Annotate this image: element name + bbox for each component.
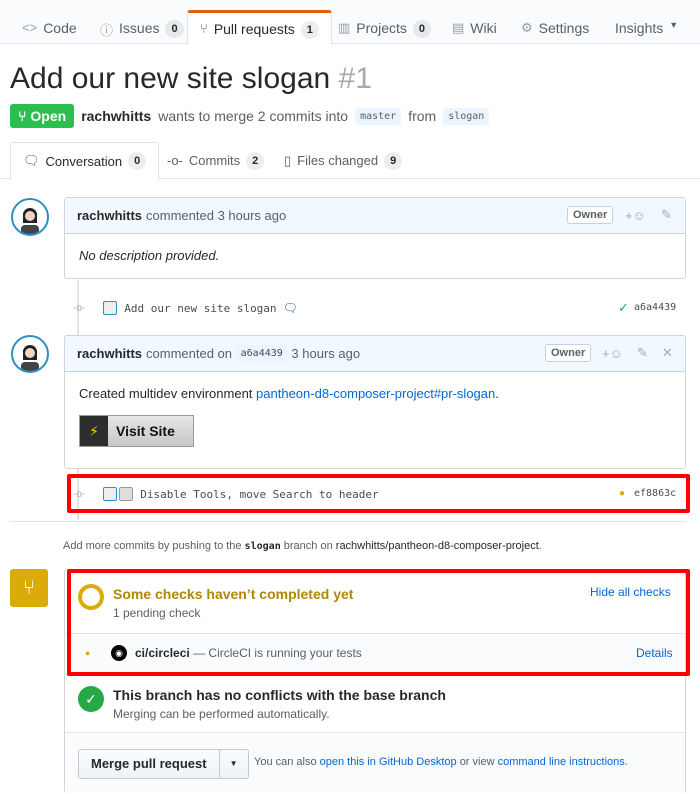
tab-issues[interactable]: ⓘ Issues 0 xyxy=(100,10,184,44)
book-icon: ▤ xyxy=(452,20,465,35)
check-icon[interactable]: ✓ xyxy=(618,300,629,316)
avatar[interactable] xyxy=(11,198,49,236)
conflicts-subtitle: Merging can be performed automatically. xyxy=(113,707,330,721)
pr-counter: 1 xyxy=(300,21,319,39)
file-diff-icon: ▯ xyxy=(284,152,292,168)
highlight-box xyxy=(67,474,690,513)
tab-pull-requests[interactable]: ⑂ Pull requests 1 xyxy=(187,10,332,45)
tab-wiki[interactable]: ▤ Wiki xyxy=(452,10,497,44)
pr-number: #1 xyxy=(338,62,372,95)
commit-message[interactable]: Add our new site slogan xyxy=(124,302,276,315)
tab-files-changed[interactable]: ▯ Files changed 9 xyxy=(272,142,414,179)
merge-hint: You can also open this in GitHub Desktop… xyxy=(254,756,628,768)
merge-button[interactable]: Merge pull request xyxy=(79,750,220,778)
issue-icon: ⓘ xyxy=(100,23,114,38)
comment-discussion-icon[interactable]: 🗨 xyxy=(283,301,298,315)
comment-time[interactable]: 3 hours ago xyxy=(218,208,287,223)
highlight-box xyxy=(67,569,690,676)
owner-label: Owner xyxy=(545,344,592,362)
comment-icon: 🗨 xyxy=(23,153,40,168)
head-branch[interactable]: slogan xyxy=(443,107,490,125)
comment: rachwhitts commented 3 hours ago Owner +… xyxy=(64,197,686,279)
add-reaction-icon[interactable]: +☺ xyxy=(602,346,623,361)
owner-label: Owner xyxy=(567,206,614,224)
merge-button-group: Merge pull request ▼ xyxy=(78,749,249,779)
tab-conversation[interactable]: 🗨 Conversation 0 xyxy=(10,142,160,180)
page-title: Add our new site slogan #1 xyxy=(10,62,372,95)
commit-sha[interactable]: a6a4439 xyxy=(634,302,676,313)
commit-item: -o- Add our new site slogan 🗨 ✓ a6a4439 xyxy=(73,300,685,316)
author-link[interactable]: rachwhitts xyxy=(81,108,151,124)
chevron-down-icon: ▼ xyxy=(669,20,679,30)
projects-counter: 0 xyxy=(412,20,431,38)
pencil-icon[interactable]: ✎ xyxy=(637,345,648,361)
base-branch[interactable]: master xyxy=(355,107,402,125)
comment-author[interactable]: rachwhitts xyxy=(77,346,142,361)
pr-tabs: 🗨 Conversation 0 -o- Commits 2 ▯ Files c… xyxy=(0,142,700,180)
tab-commits[interactable]: -o- Commits 2 xyxy=(155,142,276,179)
close-icon[interactable]: ✕ xyxy=(662,345,673,361)
visit-site-button[interactable]: ⚡ Visit Site xyxy=(79,415,194,447)
repo-name: rachwhitts/pantheon-d8-composer-project xyxy=(335,540,539,552)
push-hint: Add more commits by pushing to the sloga… xyxy=(63,540,542,552)
issues-counter: 0 xyxy=(165,20,184,38)
commit-icon: -o- xyxy=(73,302,86,314)
pr-icon: ⑂ xyxy=(18,108,27,124)
project-icon: ▥ xyxy=(338,20,351,35)
multidev-link[interactable]: pantheon-d8-composer-project#pr-slogan xyxy=(256,386,495,401)
comment-header: rachwhitts commented on a6a4439 3 hours … xyxy=(65,336,685,372)
tab-insights[interactable]: Insights ▼ xyxy=(615,10,678,44)
command-line-link[interactable]: command line instructions xyxy=(498,756,625,768)
divider xyxy=(10,521,686,522)
comment-body: No description provided. xyxy=(79,248,220,263)
repo-nav: <> Code ⓘ Issues 0 ⑂ Pull requests 1 ▥ P… xyxy=(0,0,700,45)
avatar[interactable] xyxy=(11,335,49,373)
tab-projects[interactable]: ▥ Projects 0 xyxy=(338,10,431,44)
pr-icon: ⑂ xyxy=(200,21,208,36)
git-merge-icon: ⑂ xyxy=(10,569,48,607)
tab-settings[interactable]: ⚙ Settings xyxy=(521,10,589,44)
commit-sha-link[interactable]: a6a4439 xyxy=(235,345,288,362)
avatar[interactable] xyxy=(103,301,118,315)
comment: rachwhitts commented on a6a4439 3 hours … xyxy=(64,335,686,469)
commit-icon: -o- xyxy=(167,153,183,168)
branch-name: slogan xyxy=(244,541,281,552)
merge-actions: Merge pull request ▼ You can also open t… xyxy=(65,733,685,793)
gear-icon: ⚙ xyxy=(521,20,533,35)
comment-body: Created multidev environment pantheon-d8… xyxy=(65,372,685,461)
merge-options-dropdown[interactable]: ▼ xyxy=(220,750,248,778)
comment-header: rachwhitts commented 3 hours ago Owner +… xyxy=(65,198,685,234)
conflicts-title: This branch has no conflicts with the ba… xyxy=(113,687,446,703)
comment-time[interactable]: 3 hours ago xyxy=(291,346,360,361)
pr-meta: ⑂ Open rachwhitts wants to merge 2 commi… xyxy=(10,104,490,128)
github-desktop-link[interactable]: open this in GitHub Desktop xyxy=(320,756,457,768)
caret-down-icon: ▼ xyxy=(229,759,238,768)
code-icon: <> xyxy=(22,20,38,35)
check-circle-icon: ✓ xyxy=(78,686,104,712)
status-badge: ⑂ Open xyxy=(10,104,75,128)
pantheon-logo-icon: ⚡ xyxy=(80,416,108,446)
tab-code[interactable]: <> Code xyxy=(22,10,77,44)
add-reaction-icon[interactable]: +☺ xyxy=(625,208,646,223)
comment-author[interactable]: rachwhitts xyxy=(77,208,142,223)
pencil-icon[interactable]: ✎ xyxy=(661,207,672,223)
